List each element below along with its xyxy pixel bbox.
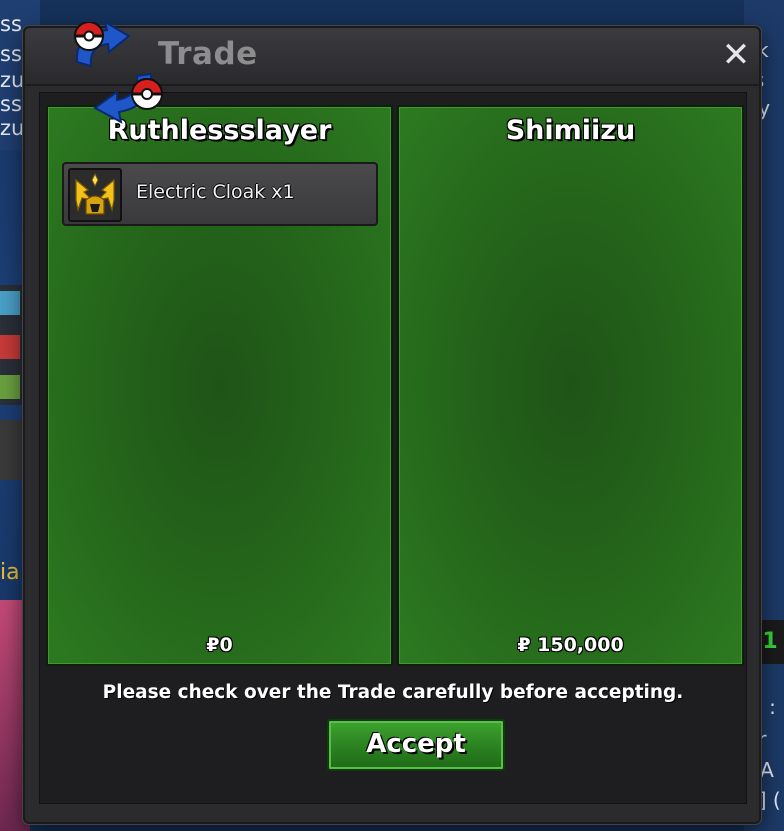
- chat-line: ss: [0, 42, 22, 66]
- background-panel: [0, 420, 22, 480]
- electric-cloak-icon: [68, 168, 122, 222]
- chat-line: zu: [0, 116, 25, 140]
- trade-window: Trade ✕ Ruthlessslayer Electric Cloak x1…: [23, 19, 761, 824]
- close-button[interactable]: ✕: [719, 38, 753, 72]
- trade-item-row[interactable]: Electric Cloak x1: [62, 162, 378, 226]
- hotbar-slot: [0, 375, 20, 399]
- money-offer-right: ₽ 150,000: [517, 634, 624, 656]
- item-label: Electric Cloak x1: [136, 181, 295, 203]
- accept-button[interactable]: Accept: [327, 719, 505, 771]
- trader-name-right: Shimiizu: [505, 115, 636, 146]
- money-offer-left: ₽0: [206, 634, 233, 656]
- trade-content: Ruthlessslayer Electric Cloak x1 ₽0 Shim…: [39, 92, 747, 804]
- hotbar-slot: [0, 335, 20, 359]
- trade-panel-left: Ruthlessslayer Electric Cloak x1 ₽0: [46, 105, 393, 666]
- background-hotbar: [0, 285, 22, 405]
- chat-line: ss: [0, 12, 22, 36]
- trade-notice: Please check over the Trade carefully be…: [102, 682, 684, 703]
- trade-logo-icon: [55, 19, 175, 126]
- trade-panel-right: Shimiizu ₽ 150,000: [397, 105, 744, 666]
- hotbar-slot: [0, 291, 20, 315]
- background-name-text: ia: [0, 560, 20, 585]
- chat-line: ss: [0, 92, 22, 116]
